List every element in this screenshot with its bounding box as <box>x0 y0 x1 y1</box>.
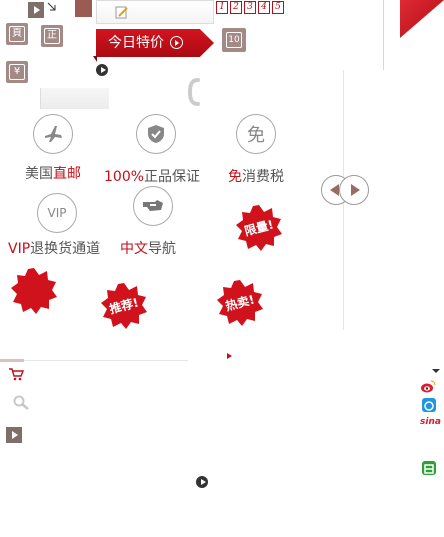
yen-tile-icon[interactable]: ¥ <box>6 61 28 83</box>
search-icon[interactable] <box>12 395 30 411</box>
page-tile-label: 頁 <box>9 26 25 42</box>
page-3-link[interactable]: 3 <box>244 1 256 14</box>
play-circle-icon[interactable] <box>96 64 108 76</box>
dropdown-arrow-icon[interactable] <box>432 369 440 373</box>
feature-tax-free-highlight: 免 <box>228 169 242 185</box>
share-green-icon[interactable] <box>422 461 436 475</box>
page-tile-icon[interactable]: 頁 <box>6 23 28 45</box>
tax-free-icon-text: 免 <box>247 125 265 146</box>
page-4-link[interactable]: 4 <box>258 1 270 14</box>
carousel-nav <box>321 175 369 205</box>
arrow-circle-icon <box>170 35 183 49</box>
page-5-link[interactable]: 5 <box>272 1 284 14</box>
ten-tile-icon[interactable]: 10 <box>222 28 246 52</box>
shield-check-icon <box>136 114 176 154</box>
recommend-badge: 推荐! <box>100 282 148 330</box>
pointing-hand-icon <box>133 186 173 226</box>
chevron-left-icon <box>330 184 339 196</box>
chevron-right-icon <box>351 184 360 196</box>
next-arrow-button[interactable] <box>339 175 369 205</box>
feature-direct-mail: 美国直邮 <box>25 163 81 183</box>
page-2-link[interactable]: 2 <box>230 1 242 14</box>
expand-arrow-icon[interactable] <box>47 2 57 12</box>
feature-direct-mail-highlight: 直邮 <box>53 166 81 182</box>
hot-badge-text: 热卖! <box>223 292 257 314</box>
play-icon[interactable] <box>28 2 44 18</box>
tax-free-icon: 免 <box>236 114 276 154</box>
separator <box>0 360 188 361</box>
color-swatch <box>75 0 92 17</box>
feature-genuine-highlight: 100% <box>104 169 145 185</box>
today-special-label: 今日特价 <box>108 35 164 51</box>
yen-tile-label: ¥ <box>9 64 25 80</box>
feature-direct-mail-prefix: 美国 <box>25 166 53 182</box>
feature-chinese-nav: 中文导航 <box>120 238 176 258</box>
feature-chinese-nav-highlight: 中文 <box>120 241 148 257</box>
vip-icon-text: VIP <box>47 206 67 220</box>
message-input[interactable] <box>96 0 214 24</box>
feature-genuine: 100%正品保证 <box>104 166 200 186</box>
limited-badge-text: 限量! <box>242 217 276 239</box>
page-1-link[interactable]: 1 <box>216 1 228 14</box>
hot-badge: 热卖! <box>216 279 264 327</box>
feature-genuine-suffix: 正品保证 <box>144 169 201 185</box>
genuine-tile-icon[interactable]: 正 <box>41 25 63 47</box>
feature-tax-free: 免消费税 <box>228 166 284 186</box>
phone-icon <box>188 78 200 106</box>
limited-badge: 限量! <box>235 204 283 252</box>
genuine-tile-label: 正 <box>44 28 60 44</box>
qzone-icon[interactable] <box>422 398 436 412</box>
corner-ribbon <box>400 0 444 38</box>
feature-vip-return-highlight: VIP <box>8 241 31 257</box>
ten-tile-label: 10 <box>226 32 242 48</box>
ribbon-fold <box>93 56 97 62</box>
bullet-arrow-icon <box>227 353 232 359</box>
play-circle-icon-bottom[interactable] <box>196 476 208 488</box>
feature-vip-return: VIP退换货通道 <box>8 238 100 258</box>
feature-vip-return-suffix: 退换货通道 <box>30 241 101 257</box>
airplane-icon <box>33 114 73 154</box>
edit-icon <box>115 6 128 19</box>
blank-badge-shape <box>11 268 57 314</box>
recommend-badge-text: 推荐! <box>107 295 141 317</box>
today-special-button[interactable]: 今日特价 <box>96 29 214 57</box>
vip-icon: VIP <box>37 193 77 233</box>
divider <box>383 0 384 70</box>
sina-label: sina <box>420 417 441 427</box>
feature-tax-free-suffix: 消费税 <box>242 169 284 185</box>
play-icon-bottom[interactable] <box>6 427 22 443</box>
weibo-icon[interactable] <box>420 380 436 394</box>
separator-accent <box>0 359 24 362</box>
cart-icon[interactable] <box>8 367 24 381</box>
sina-icon[interactable]: sina <box>420 415 442 429</box>
feature-chinese-nav-suffix: 导航 <box>148 241 176 257</box>
gray-tab[interactable] <box>40 88 109 109</box>
